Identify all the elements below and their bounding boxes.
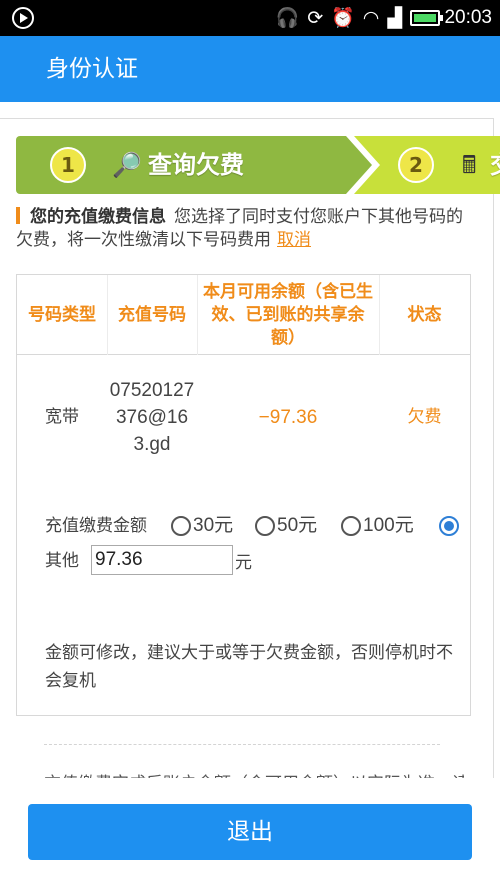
play-circle-icon: [12, 7, 34, 29]
payment-info: 您的充值缴费信息 您选择了同时支付您账户下其他号码的欠费，将一次性缴清以下号码费用…: [16, 206, 476, 252]
sync-icon: ⟳: [307, 7, 324, 29]
divider: [44, 744, 440, 745]
radio-other[interactable]: [439, 511, 461, 541]
step-2-number: 2: [398, 147, 434, 183]
cell-number: 07520127376@163.gd: [109, 379, 195, 455]
arrears-table: 号码类型 充值号码 本月可用余额（含已生效、已到账的共享余额） 状态 宽带 07…: [16, 274, 471, 716]
radio-circle-icon[interactable]: [255, 516, 275, 536]
calculator-icon: 🖩: [462, 151, 477, 179]
amount-hint: 金额可修改，建议大于或等于欠费金额，否则停机时不会复机: [45, 643, 453, 691]
amount-label: 充值缴费金额: [45, 516, 147, 536]
table-header: 号码类型 充值号码 本月可用余额（含已生效、已到账的共享余额） 状态: [17, 275, 470, 355]
other-unit: 元: [235, 553, 252, 573]
headphones-icon: 🎧: [275, 7, 300, 29]
step-2: 2 🖩 交: [354, 136, 500, 194]
header-number-type: 号码类型: [28, 304, 96, 325]
step-indicator: 1 🔎 查询欠费 2 🖩 交: [16, 136, 500, 194]
cell-status: 欠费: [407, 406, 442, 427]
status-bar: 🎧 ⟳ ⏰ ◠ ▟ 20:03: [0, 0, 500, 36]
cell-type: 宽带: [45, 406, 79, 427]
partial-notice: 充值缴费完成后账户余额（含可用余额）以实际为准，请以实际到账为准: [44, 770, 464, 778]
radio-circle-icon[interactable]: [341, 516, 361, 536]
step-1-number: 1: [50, 147, 86, 183]
radio-50[interactable]: 50元: [255, 511, 317, 541]
signal-icon: ▟: [387, 7, 402, 29]
other-label: 其他: [45, 551, 79, 571]
exit-button[interactable]: 退出: [28, 804, 472, 860]
header-status: 状态: [407, 304, 442, 325]
magnifier-icon: 🔎: [112, 151, 142, 179]
step-1: 1 🔎 查询欠费: [16, 136, 346, 194]
info-title: 您的充值缴费信息: [30, 207, 166, 227]
status-time: 20:03: [444, 7, 492, 28]
radio-30[interactable]: 30元: [171, 511, 233, 541]
header-balance: 本月可用余额（含已生效、已到账的共享余额）: [203, 281, 373, 348]
bottom-bar: 退出: [0, 778, 500, 889]
wifi-icon: ◠: [362, 7, 380, 29]
page-title: 身份认证: [46, 56, 138, 82]
battery-icon: [410, 10, 443, 26]
cancel-link[interactable]: 取消: [277, 230, 311, 250]
header-recharge-number: 充值号码: [118, 304, 186, 325]
step-2-label: 交: [490, 150, 500, 180]
amount-selector: 充值缴费金额 30元 50元 100元: [45, 511, 470, 541]
status-icons: 🎧 ⟳ ⏰ ◠ ▟: [276, 6, 402, 30]
alarm-icon: ⏰: [331, 7, 355, 29]
main-content[interactable]: 1 🔎 查询欠费 2 🖩 交 您的充值缴费信息您选择了同时支付您账户下其他号码的…: [0, 102, 500, 778]
info-accent-bar: [16, 207, 20, 224]
radio-checked-icon[interactable]: [439, 516, 459, 536]
other-amount-row: 其他 元: [45, 545, 470, 577]
radio-100[interactable]: 100元: [341, 511, 414, 541]
cell-balance: −97.36: [258, 406, 318, 428]
app-header: 身份认证: [0, 36, 500, 102]
step-1-label: 查询欠费: [148, 151, 244, 179]
radio-circle-icon[interactable]: [171, 516, 191, 536]
other-amount-input[interactable]: [91, 545, 233, 575]
